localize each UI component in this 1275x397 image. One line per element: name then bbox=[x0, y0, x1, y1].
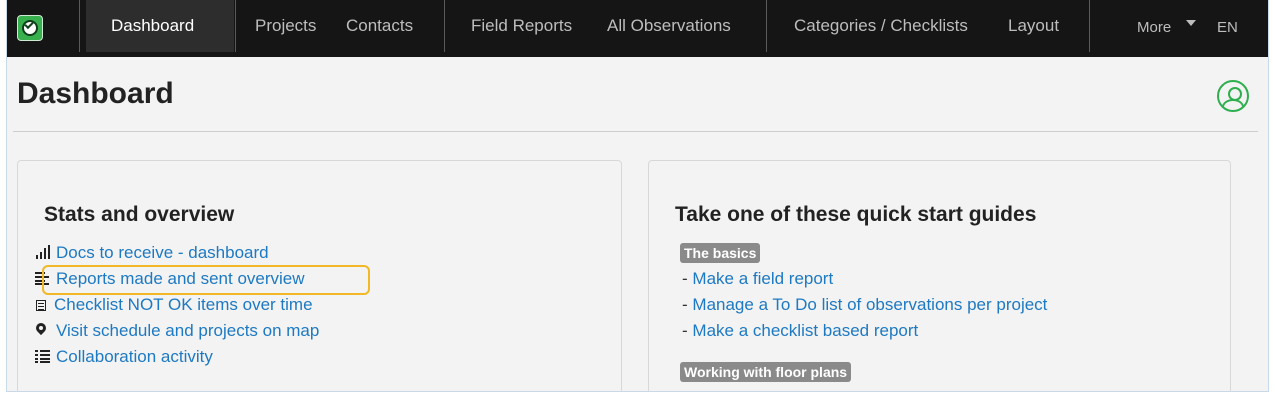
header-divider bbox=[13, 131, 1258, 132]
guides-title: Take one of these quick start guides bbox=[675, 203, 1037, 226]
nav-contacts[interactable]: Contacts bbox=[346, 16, 413, 36]
nav-all-observations[interactable]: All Observations bbox=[607, 16, 731, 36]
nav-categories-checklists[interactable]: Categories / Checklists bbox=[794, 16, 968, 36]
top-navbar: Dashboard Projects Contacts Field Report… bbox=[7, 0, 1268, 57]
nav-divider bbox=[1089, 0, 1090, 52]
section-badge-basics: The basics bbox=[680, 243, 761, 263]
app-window: Dashboard Projects Contacts Field Report… bbox=[6, 0, 1269, 392]
chevron-down-icon[interactable] bbox=[1186, 20, 1196, 26]
user-circle-icon[interactable] bbox=[1217, 80, 1249, 112]
stats-link-visit-schedule[interactable]: Visit schedule and projects on map bbox=[33, 320, 320, 342]
nav-layout[interactable]: Layout bbox=[1008, 16, 1059, 36]
section-badge-floor-plans: Working with floor plans bbox=[680, 362, 852, 382]
nav-language[interactable]: EN bbox=[1217, 18, 1238, 38]
bar-chart-icon bbox=[34, 245, 50, 259]
stats-link-collaboration[interactable]: Collaboration activity bbox=[34, 346, 213, 368]
list-icon bbox=[34, 349, 50, 363]
nav-divider bbox=[444, 0, 445, 52]
link-label: Visit schedule and projects on map bbox=[56, 321, 320, 340]
nav-more[interactable]: More bbox=[1137, 18, 1171, 38]
link-label: Checklist NOT OK items over time bbox=[54, 295, 313, 314]
guide-link-checklist-report[interactable]: - Make a checklist based report bbox=[682, 320, 918, 342]
stats-title: Stats and overview bbox=[44, 203, 235, 226]
nav-divider bbox=[235, 0, 236, 52]
guide-link-field-report[interactable]: - Make a field report bbox=[682, 268, 833, 290]
nav-projects[interactable]: Projects bbox=[255, 16, 316, 36]
page-title: Dashboard bbox=[17, 77, 174, 110]
stats-link-docs-to-receive[interactable]: Docs to receive - dashboard bbox=[34, 242, 269, 264]
document-list-icon bbox=[36, 300, 46, 311]
stats-link-checklist-not-ok[interactable]: Checklist NOT OK items over time bbox=[34, 294, 313, 316]
link-label: Collaboration activity bbox=[56, 347, 213, 366]
guide-link-todo-list[interactable]: - Manage a To Do list of observations pe… bbox=[682, 294, 1047, 316]
nav-dashboard[interactable]: Dashboard bbox=[111, 16, 194, 36]
nav-divider bbox=[766, 0, 767, 52]
nav-divider bbox=[79, 0, 80, 52]
highlight-box bbox=[42, 265, 370, 295]
nav-field-reports[interactable]: Field Reports bbox=[471, 16, 572, 36]
link-label: Docs to receive - dashboard bbox=[56, 243, 269, 262]
map-marker-icon bbox=[33, 320, 50, 337]
check-circle-logo-icon[interactable] bbox=[17, 15, 43, 41]
